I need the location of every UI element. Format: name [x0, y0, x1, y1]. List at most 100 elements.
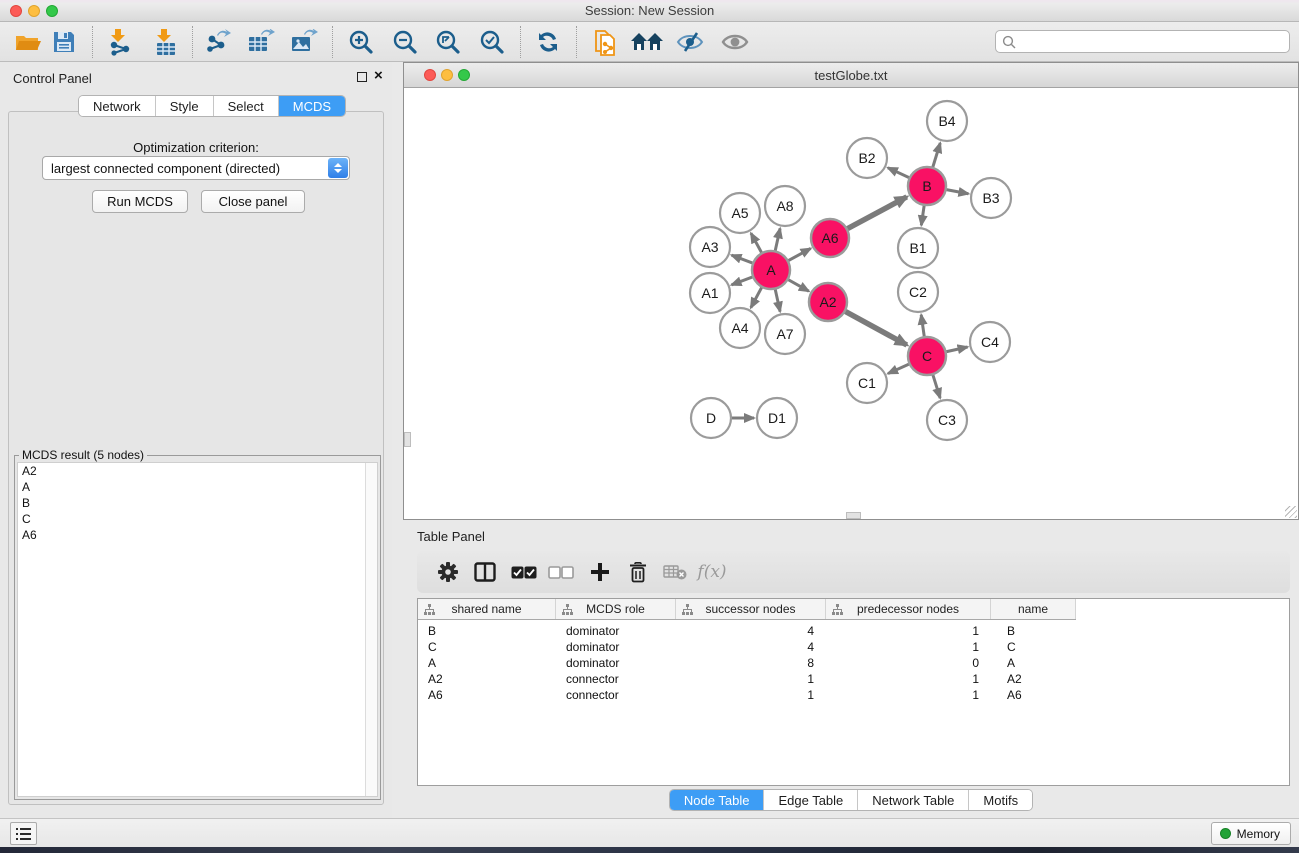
column-header-shared-name[interactable]: shared name — [418, 599, 556, 619]
zoom-fit-button[interactable] — [430, 25, 466, 59]
criterion-select[interactable]: largest connected component (directed) — [42, 156, 350, 180]
gear-icon — [437, 561, 459, 583]
mcds-result-list[interactable]: A2ABCA6 — [17, 462, 378, 797]
tab-network[interactable]: Network — [79, 96, 155, 116]
save-session-button[interactable] — [46, 25, 82, 59]
memory-button[interactable]: Memory — [1211, 822, 1291, 845]
refresh-layout-button[interactable] — [530, 25, 566, 59]
eye-slash-icon — [676, 31, 704, 53]
select-all-button[interactable] — [509, 557, 539, 587]
task-history-button[interactable] — [10, 822, 37, 845]
function-builder-button[interactable]: f(x) — [697, 557, 727, 587]
network-canvas[interactable]: B4B2BB3A5A8A6A3B1AA1C2A2A4A7C4CC1C3DD1 — [404, 89, 1298, 519]
table-settings-button[interactable] — [433, 557, 463, 587]
column-header-label: predecessor nodes — [857, 602, 959, 616]
column-type-icon — [682, 604, 693, 615]
delete-column-button[interactable] — [623, 557, 653, 587]
zoom-selected-button[interactable] — [474, 25, 510, 59]
cell-shared-name: B — [418, 623, 556, 639]
column-type-icon — [424, 604, 435, 615]
result-item[interactable]: A — [18, 479, 377, 495]
split-columns-button[interactable] — [470, 557, 500, 587]
refresh-icon — [535, 29, 561, 55]
node-label-C3: C3 — [938, 412, 956, 428]
result-item[interactable]: C — [18, 511, 377, 527]
table-row[interactable]: A6connector11A6 — [418, 687, 1076, 703]
zoom-in-button[interactable] — [343, 25, 379, 59]
table-row[interactable]: A2connector11A2 — [418, 671, 1076, 687]
cell-name: A6 — [991, 687, 1076, 703]
table-row[interactable]: Adominator80A — [418, 655, 1076, 671]
tab-style[interactable]: Style — [155, 96, 213, 116]
close-panel-icon[interactable]: × — [374, 67, 383, 85]
column-header-name[interactable]: name — [991, 599, 1076, 619]
export-image-icon — [290, 29, 318, 55]
network-from-file-button[interactable] — [589, 25, 625, 59]
window-resize-grip[interactable] — [1285, 506, 1297, 518]
search-input[interactable] — [995, 30, 1290, 53]
node-label-A6: A6 — [821, 230, 838, 246]
open-file-button[interactable] — [10, 25, 46, 59]
list-icon — [16, 828, 31, 840]
canvas-bottom-scrollbar[interactable] — [846, 512, 861, 519]
column-header-label: successor nodes — [705, 602, 795, 616]
select-stepper-icon — [328, 158, 348, 178]
node-label-A: A — [766, 262, 776, 278]
tab-select[interactable]: Select — [213, 96, 278, 116]
application-window: Session: New Session — [0, 0, 1299, 853]
close-panel-button[interactable]: Close panel — [201, 190, 305, 213]
import-network-icon — [107, 28, 133, 56]
import-table-button[interactable] — [148, 25, 184, 59]
canvas-left-scrollbar[interactable] — [404, 432, 411, 447]
node-label-A8: A8 — [776, 198, 793, 214]
run-mcds-label: Run MCDS — [107, 194, 173, 209]
show-details-button[interactable] — [717, 25, 753, 59]
table-row[interactable]: Cdominator41C — [418, 639, 1076, 655]
cell-successor-nodes: 4 — [676, 623, 826, 639]
mcds-result-title: MCDS result (5 nodes) — [19, 448, 147, 462]
fx-icon: f(x) — [697, 562, 726, 582]
status-bar: Memory — [0, 818, 1299, 847]
column-header-predecessor-nodes[interactable]: predecessor nodes — [826, 599, 991, 619]
result-item[interactable]: A6 — [18, 527, 377, 543]
delete-table-button[interactable] — [660, 557, 690, 587]
node-label-A2: A2 — [819, 294, 836, 310]
add-column-button[interactable] — [585, 557, 615, 587]
tab-mcds[interactable]: MCDS — [278, 96, 345, 116]
cell-successor-nodes: 1 — [676, 687, 826, 703]
cell-predecessor-nodes: 1 — [826, 687, 991, 703]
table-type-tabs: Node TableEdge TableNetwork TableMotifs — [669, 789, 1033, 811]
cell-successor-nodes: 4 — [676, 639, 826, 655]
float-panel-icon[interactable] — [357, 72, 367, 82]
zoom-out-button[interactable] — [387, 25, 423, 59]
result-item[interactable]: B — [18, 495, 377, 511]
result-list-scrollbar[interactable] — [365, 463, 377, 796]
column-header-label: name — [1018, 602, 1048, 616]
network-file-icon — [593, 27, 621, 57]
column-header-successor-nodes[interactable]: successor nodes — [676, 599, 826, 619]
node-label-A3: A3 — [701, 239, 718, 255]
result-item[interactable]: A2 — [18, 463, 377, 479]
tab-node-table[interactable]: Node Table — [670, 790, 764, 810]
tab-edge-table[interactable]: Edge Table — [763, 790, 857, 810]
export-network-button[interactable] — [200, 25, 236, 59]
tab-motifs[interactable]: Motifs — [968, 790, 1032, 810]
run-mcds-button[interactable]: Run MCDS — [92, 190, 188, 213]
import-network-button[interactable] — [102, 25, 138, 59]
table-row[interactable]: Bdominator41B — [418, 623, 1076, 639]
cell-MCDS-role: connector — [556, 671, 676, 687]
app-titlebar: Session: New Session — [0, 0, 1299, 22]
hide-details-button[interactable] — [672, 25, 708, 59]
open-folder-icon — [14, 30, 42, 54]
network-window-titlebar[interactable]: testGlobe.txt — [404, 63, 1298, 88]
delete-table-icon — [663, 564, 687, 580]
export-table-button[interactable] — [243, 25, 279, 59]
export-image-button[interactable] — [286, 25, 322, 59]
home-pages-button[interactable] — [629, 25, 665, 59]
column-header-MCDS-role[interactable]: MCDS role — [556, 599, 676, 619]
cell-MCDS-role: dominator — [556, 655, 676, 671]
cell-MCDS-role: dominator — [556, 639, 676, 655]
tab-network-table[interactable]: Network Table — [857, 790, 968, 810]
unselect-all-button[interactable] — [546, 557, 576, 587]
node-label-A4: A4 — [731, 320, 748, 336]
